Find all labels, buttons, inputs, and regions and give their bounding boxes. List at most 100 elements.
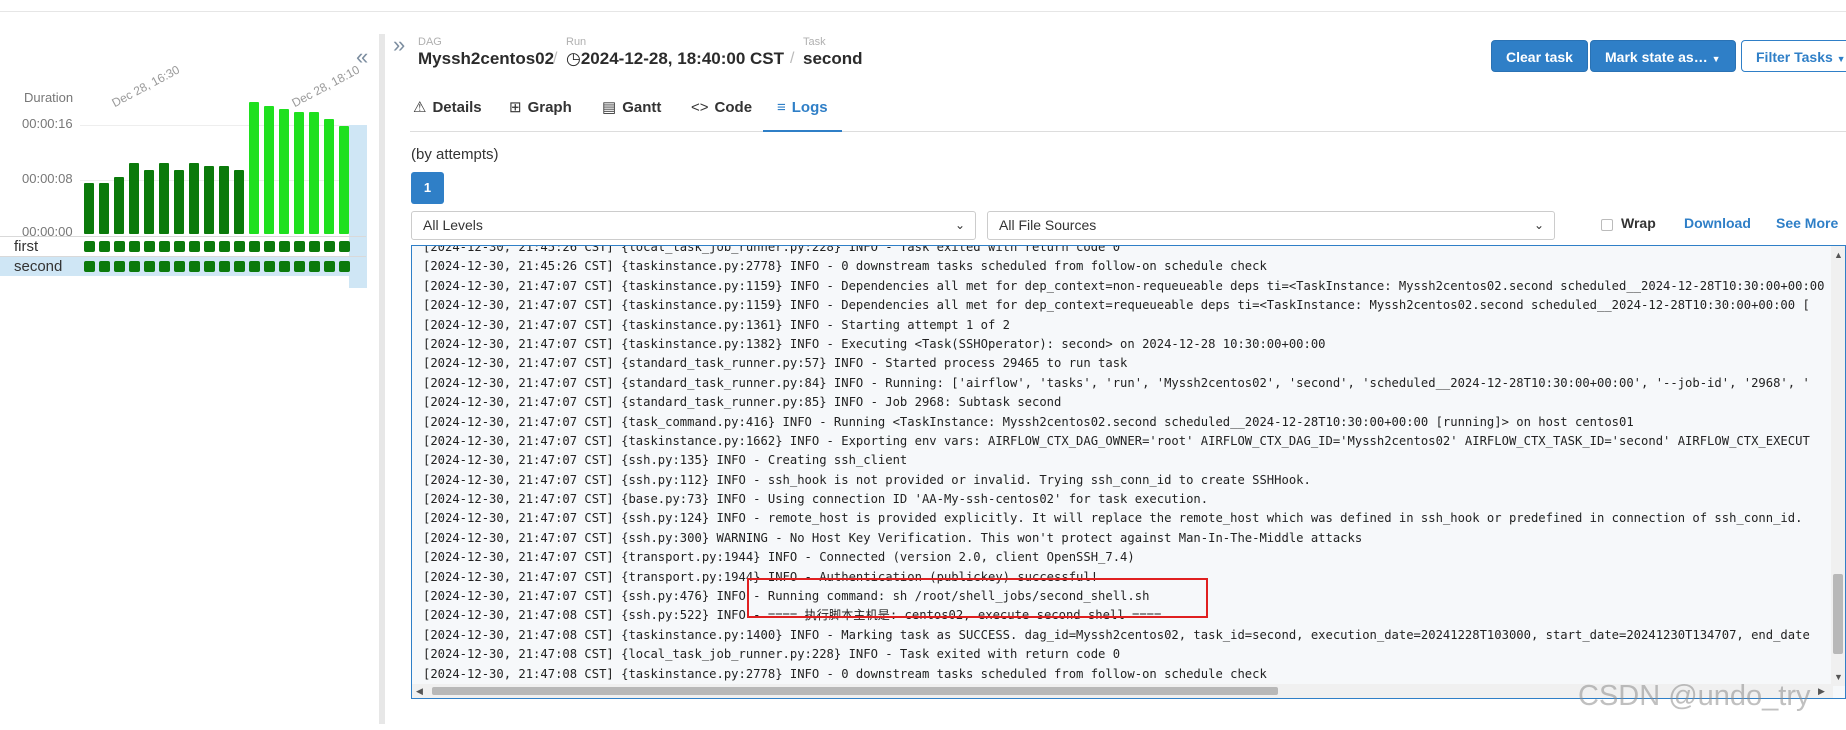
task-instance-cell[interactable] bbox=[309, 261, 320, 272]
duration-bar[interactable] bbox=[159, 163, 169, 234]
duration-bar[interactable] bbox=[114, 177, 124, 234]
task-instance-cell[interactable] bbox=[339, 241, 350, 252]
duration-bar[interactable] bbox=[264, 106, 274, 234]
task-instance-cell[interactable] bbox=[219, 241, 230, 252]
scroll-left-icon[interactable]: ◀ bbox=[416, 686, 423, 697]
tab-gantt[interactable]: ▤ Gantt bbox=[602, 88, 661, 132]
attempt-1-button[interactable]: 1 bbox=[411, 172, 444, 204]
vertical-scrollbar[interactable]: ▲ ▼ bbox=[1831, 246, 1845, 686]
tab-logs[interactable]: ≡ Logs bbox=[763, 88, 842, 132]
duration-bar[interactable] bbox=[279, 109, 289, 234]
see-more-button[interactable]: See More bbox=[1776, 215, 1838, 231]
task-instance-cell[interactable] bbox=[189, 241, 200, 252]
duration-bar[interactable] bbox=[144, 170, 154, 234]
duration-bar[interactable] bbox=[204, 166, 214, 234]
log-line: [2024-12-30, 21:47:07 CST] {standard_tas… bbox=[423, 395, 1062, 410]
highlight-box bbox=[747, 578, 1208, 618]
task-instance-cell[interactable] bbox=[219, 261, 230, 272]
duration-label: Duration bbox=[24, 90, 74, 105]
filter-tasks-label: Filter Tasks bbox=[1756, 49, 1833, 65]
breadcrumb-separator: / bbox=[553, 50, 558, 67]
task-row-first[interactable]: first bbox=[0, 237, 366, 256]
task-instance-cell[interactable] bbox=[174, 241, 185, 252]
download-button[interactable]: Download bbox=[1684, 215, 1751, 231]
log-line: [2024-12-30, 21:47:07 CST] {ssh.py:135} … bbox=[423, 453, 908, 468]
tab-logs-label: Logs bbox=[791, 99, 828, 116]
breadcrumb-run[interactable]: Run ◷2024-12-28, 18:40:00 CST bbox=[566, 36, 784, 70]
task-instance-cell[interactable] bbox=[339, 261, 350, 272]
breadcrumb-dag[interactable]: DAG Myssh2centos02 bbox=[418, 36, 554, 70]
filter-tasks-button[interactable]: Filter Tasks ▼ bbox=[1741, 40, 1846, 72]
tab-graph[interactable]: ⊞ Graph bbox=[509, 88, 572, 132]
log-line: [2024-12-30, 21:47:07 CST] {transport.py… bbox=[423, 550, 1135, 565]
duration-bar[interactable] bbox=[339, 126, 349, 234]
task-instance-cell[interactable] bbox=[234, 241, 245, 252]
date-label-last: Dec 28, 18:10 bbox=[289, 62, 362, 110]
task-instance-cell[interactable] bbox=[309, 241, 320, 252]
scroll-up-icon[interactable]: ▲ bbox=[1834, 250, 1843, 260]
scroll-down-icon[interactable]: ▼ bbox=[1834, 672, 1843, 682]
task-instance-cell[interactable] bbox=[114, 261, 125, 272]
mark-state-label: Mark state as… bbox=[1605, 49, 1708, 65]
task-name-second: second bbox=[14, 258, 63, 275]
task-instance-cell[interactable] bbox=[324, 261, 335, 272]
task-instance-cell[interactable] bbox=[144, 241, 155, 252]
task-instance-cell[interactable] bbox=[174, 261, 185, 272]
task-instance-cell[interactable] bbox=[189, 261, 200, 272]
duration-bar[interactable] bbox=[309, 112, 319, 234]
task-instance-cell[interactable] bbox=[294, 241, 305, 252]
wrap-checkbox[interactable] bbox=[1601, 219, 1613, 231]
duration-bar[interactable] bbox=[219, 166, 229, 234]
task-instance-cell[interactable] bbox=[84, 241, 95, 252]
duration-bar[interactable] bbox=[234, 170, 244, 234]
task-instance-cell[interactable] bbox=[159, 261, 170, 272]
task-instance-cell[interactable] bbox=[234, 261, 245, 272]
expand-details-icon[interactable]: » bbox=[393, 32, 405, 58]
task-instance-cell[interactable] bbox=[249, 241, 260, 252]
duration-bar[interactable] bbox=[189, 163, 199, 234]
clear-task-button[interactable]: Clear task bbox=[1491, 40, 1588, 72]
task-instance-cell[interactable] bbox=[99, 261, 110, 272]
task-instance-cell[interactable] bbox=[264, 241, 275, 252]
task-instance-cell[interactable] bbox=[99, 241, 110, 252]
task-instance-cell[interactable] bbox=[279, 261, 290, 272]
duration-bar[interactable] bbox=[99, 183, 109, 234]
task-row-second[interactable]: second bbox=[0, 257, 366, 276]
task-instance-cell[interactable] bbox=[204, 241, 215, 252]
duration-bar[interactable] bbox=[324, 119, 334, 234]
tab-details[interactable]: ⚠ Details bbox=[413, 88, 482, 132]
log-level-value: All Levels bbox=[423, 217, 483, 233]
panel-resize-divider[interactable] bbox=[379, 34, 385, 724]
task-instance-cell[interactable] bbox=[279, 241, 290, 252]
task-instance-cell[interactable] bbox=[129, 261, 140, 272]
task-instance-cell[interactable] bbox=[129, 241, 140, 252]
duration-bar[interactable] bbox=[249, 102, 259, 234]
horizontal-scroll-thumb[interactable] bbox=[432, 687, 1278, 695]
log-line: [2024-12-30, 21:45:26 CST] {local_task_j… bbox=[423, 245, 1121, 254]
breadcrumb-task[interactable]: Task second bbox=[803, 36, 863, 70]
duration-bar[interactable] bbox=[294, 112, 304, 234]
tab-code[interactable]: <> Code bbox=[691, 88, 752, 132]
file-source-select[interactable]: All File Sources ⌄ bbox=[987, 211, 1555, 240]
breadcrumb-separator: / bbox=[790, 50, 795, 67]
task-instance-cell[interactable] bbox=[159, 241, 170, 252]
task-instance-cell[interactable] bbox=[249, 261, 260, 272]
breadcrumb-run-value: 2024-12-28, 18:40:00 CST bbox=[580, 49, 785, 68]
task-instance-cell[interactable] bbox=[294, 261, 305, 272]
task-instance-cell[interactable] bbox=[204, 261, 215, 272]
log-line: [2024-12-30, 21:47:07 CST] {ssh.py:112} … bbox=[423, 472, 1311, 487]
vertical-scroll-thumb[interactable] bbox=[1833, 574, 1843, 654]
task-instance-cell[interactable] bbox=[114, 241, 125, 252]
task-instance-cell[interactable] bbox=[144, 261, 155, 272]
task-instance-cell[interactable] bbox=[324, 241, 335, 252]
task-instance-cell[interactable] bbox=[84, 261, 95, 272]
task-instance-cell[interactable] bbox=[264, 261, 275, 272]
mark-state-button[interactable]: Mark state as… ▼ bbox=[1590, 40, 1736, 72]
duration-bar[interactable] bbox=[84, 183, 94, 234]
duration-bar[interactable] bbox=[129, 163, 139, 234]
log-level-select[interactable]: All Levels ⌄ bbox=[411, 211, 976, 240]
top-strip bbox=[0, 0, 1846, 12]
scroll-right-icon[interactable]: ▶ bbox=[1818, 686, 1825, 697]
duration-bar[interactable] bbox=[174, 170, 184, 234]
log-viewer[interactable]: [2024-12-30, 21:45:26 CST] {local_task_j… bbox=[411, 245, 1846, 699]
